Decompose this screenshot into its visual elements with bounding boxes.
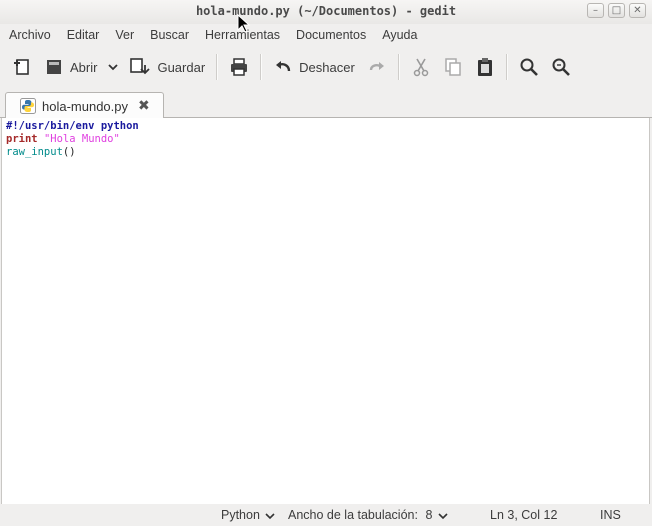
tab-close-icon[interactable]: ✖ — [138, 98, 150, 114]
toolbar-separator — [505, 54, 508, 80]
minimize-button[interactable]: – — [587, 3, 604, 18]
cut-button[interactable] — [405, 50, 437, 84]
string-literal: "Hola Mundo" — [43, 133, 120, 145]
undo-button[interactable]: Deshacer — [267, 50, 361, 84]
toolbar-separator — [260, 54, 263, 80]
close-button[interactable]: ✕ — [629, 3, 646, 18]
toolbar-separator — [216, 54, 219, 80]
copy-button[interactable] — [437, 50, 469, 84]
window-title: hola-mundo.py (~/Documentos) - gedit — [195, 4, 457, 18]
menu-editar[interactable]: Editar — [59, 28, 108, 42]
function-raw-input: raw_input — [6, 146, 63, 158]
python-file-icon — [20, 98, 36, 114]
undo-label: Deshacer — [299, 59, 355, 75]
chevron-down-icon — [265, 513, 275, 519]
save-label: Guardar — [157, 59, 206, 75]
search-replace-button[interactable] — [545, 50, 577, 84]
chevron-down-icon — [438, 513, 448, 519]
menu-ayuda[interactable]: Ayuda — [374, 28, 425, 42]
redo-button[interactable] — [361, 50, 393, 84]
new-document-icon — [14, 59, 29, 75]
menu-bar: Archivo Editar Ver Buscar Herramientas D… — [0, 24, 652, 45]
keyword-print: print — [6, 133, 38, 145]
print-button[interactable] — [223, 50, 255, 84]
clipboard-icon — [477, 58, 492, 76]
save-button[interactable]: Guardar — [123, 50, 211, 84]
new-document-button[interactable] — [6, 50, 38, 84]
tab-hola-mundo[interactable]: hola-mundo.py ✖ — [5, 92, 164, 119]
search-button[interactable] — [513, 50, 545, 84]
cursor-position: Ln 3, Col 12 — [490, 508, 558, 522]
tab-width-value: 8 — [425, 508, 433, 522]
search-icon — [520, 58, 538, 76]
menu-archivo[interactable]: Archivo — [0, 28, 59, 42]
language-label: Python — [221, 508, 260, 522]
redo-icon — [369, 62, 384, 71]
menu-buscar[interactable]: Buscar — [142, 28, 197, 42]
save-icon — [130, 58, 151, 75]
open-button[interactable]: Abrir — [38, 50, 103, 84]
status-bar: Python Ancho de la tabulación: 8 Ln 3, C… — [0, 504, 652, 526]
code-line-1: #!/usr/bin/env python — [6, 120, 649, 133]
open-recent-dropdown[interactable] — [103, 50, 123, 84]
shebang-text: #!/usr/bin/env python — [6, 120, 139, 132]
menu-ver[interactable]: Ver — [107, 28, 142, 42]
toolbar: Abrir Guardar Deshacer — [0, 46, 652, 88]
code-line-3: raw_input() — [6, 146, 649, 159]
code-line-2: print "Hola Mundo" — [6, 133, 649, 146]
mouse-pointer-icon — [237, 14, 251, 33]
window-controls: – □ ✕ — [587, 3, 646, 18]
document-tabs: hola-mundo.py ✖ — [0, 88, 652, 119]
printer-icon — [231, 58, 248, 76]
open-folder-icon — [47, 60, 61, 74]
insert-mode: INS — [600, 508, 621, 522]
tab-width-label: Ancho de la tabulación: — [288, 508, 418, 522]
paste-button[interactable] — [469, 50, 501, 84]
scissors-icon — [413, 58, 429, 77]
code-editor[interactable]: #!/usr/bin/env python print "Hola Mundo"… — [1, 118, 650, 504]
toolbar-separator — [397, 54, 400, 80]
chevron-down-icon — [108, 64, 119, 71]
menu-documentos[interactable]: Documentos — [288, 28, 374, 42]
language-selector[interactable]: Python — [221, 508, 275, 522]
maximize-button[interactable]: □ — [608, 3, 625, 18]
call-parens: () — [62, 146, 76, 158]
copy-icon — [445, 58, 461, 76]
title-bar: hola-mundo.py (~/Documentos) - gedit – □… — [0, 0, 652, 24]
tab-width-selector[interactable]: Ancho de la tabulación: 8 — [288, 508, 448, 522]
search-replace-icon — [552, 58, 570, 76]
tab-label: hola-mundo.py — [42, 98, 128, 114]
open-label: Abrir — [70, 59, 98, 75]
undo-icon — [276, 61, 291, 72]
